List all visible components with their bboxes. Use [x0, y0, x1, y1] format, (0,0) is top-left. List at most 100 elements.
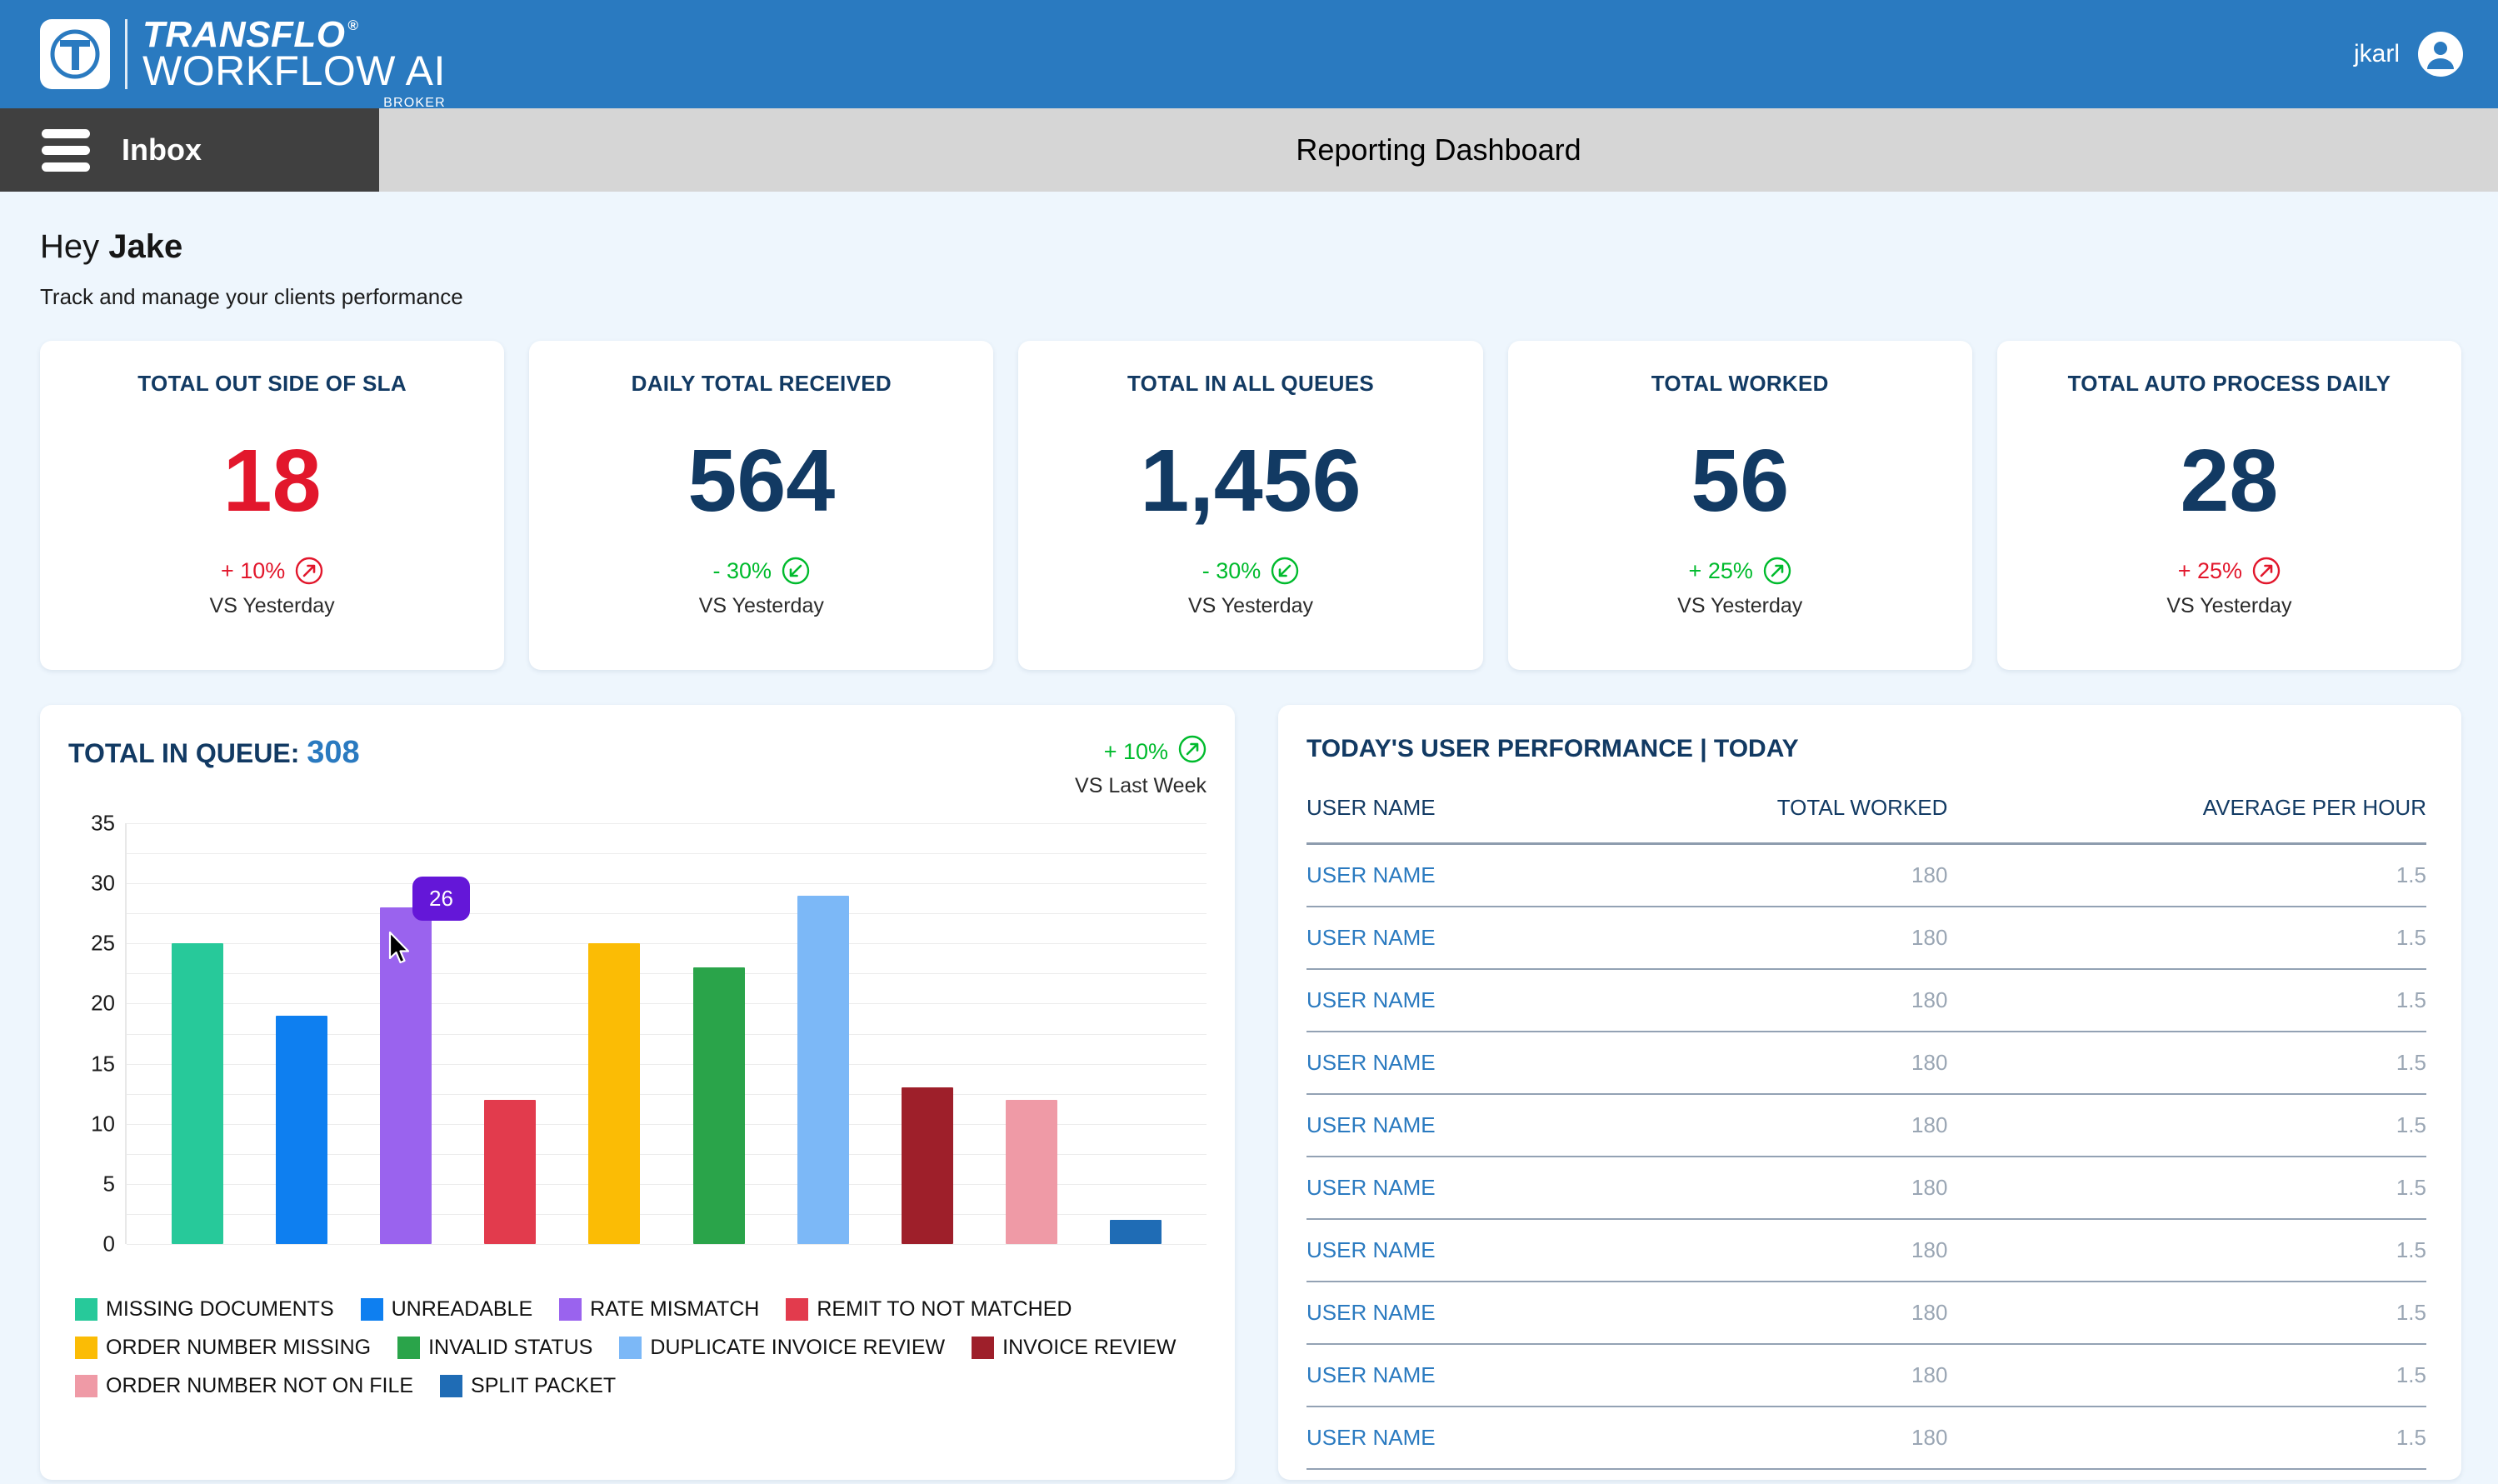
cell-user-name[interactable]: USER NAME: [1306, 1094, 1583, 1157]
user-performance-table: USER NAME TOTAL WORKED AVERAGE PER HOUR …: [1306, 795, 2426, 1470]
kpi-delta-value: + 25%: [1688, 557, 1753, 583]
bar-slot: [980, 823, 1084, 1244]
cell-total-worked: 180: [1582, 843, 1948, 907]
column-header-total-worked[interactable]: TOTAL WORKED: [1582, 795, 1948, 845]
cell-user-name[interactable]: USER NAME: [1306, 1157, 1583, 1220]
legend-item[interactable]: MISSING DOCUMENTS: [75, 1297, 334, 1322]
hamburger-menu-icon[interactable]: [42, 128, 90, 172]
chart-delta-value: + 10%: [1103, 739, 1168, 764]
bar[interactable]: [902, 1087, 954, 1244]
cell-user-name[interactable]: USER NAME: [1306, 1282, 1583, 1345]
legend-color-swatch: [360, 1298, 383, 1321]
cell-user-name[interactable]: USER NAME: [1306, 1344, 1583, 1407]
legend-line: MISSING DOCUMENTS UNREADABLE RATE MISMATCH…: [75, 1297, 1207, 1322]
user-avatar-icon[interactable]: [2418, 32, 2463, 77]
user-performance-panel: TODAY'S USER PERFORMANCE | TODAY USER NA…: [1278, 705, 2461, 1480]
page-subtitle: Track and manage your clients performanc…: [40, 284, 463, 309]
kpi-title: DAILY TOTAL RECEIVED: [631, 371, 892, 396]
cell-user-name[interactable]: USER NAME: [1306, 843, 1583, 907]
legend-item[interactable]: SPLIT PACKET: [440, 1374, 616, 1398]
cell-user-name[interactable]: USER NAME: [1306, 1032, 1583, 1095]
kpi-comparison-label: VS Yesterday: [698, 594, 824, 617]
bar-slot: [875, 823, 979, 1244]
cell-user-name[interactable]: USER NAME: [1306, 907, 1583, 970]
cell-average-per-hour: 1.5: [1947, 907, 2426, 970]
legend-label: REMIT TO NOT MATCHED: [817, 1297, 1072, 1321]
table-row: USER NAME 180 1.5: [1306, 843, 2426, 907]
logo-wordmark-bottom: WORKFLOW AI: [142, 47, 446, 95]
cell-average-per-hour: 1.5: [1947, 1219, 2426, 1282]
chart-title: TOTAL IN QUEUE: 308: [68, 735, 360, 771]
bar-slot: [458, 823, 562, 1244]
legend-item[interactable]: ORDER NUMBER NOT ON FILE: [75, 1374, 413, 1398]
y-axis-tick: 35: [91, 810, 115, 836]
legend-color-swatch: [972, 1337, 995, 1359]
legend-color-swatch: [619, 1337, 642, 1359]
arrow-up-right-circle-icon: [1763, 557, 1791, 585]
bar[interactable]: [797, 895, 849, 1244]
kpi-card-total-outside-sla[interactable]: TOTAL OUT SIDE OF SLA 18 + 10% VS Yester…: [40, 341, 505, 670]
kpi-card-daily-total-received[interactable]: DAILY TOTAL RECEIVED 564 - 30% VS Yester…: [529, 341, 994, 670]
legend-item[interactable]: INVALID STATUS: [397, 1336, 592, 1360]
kpi-card-total-worked[interactable]: TOTAL WORKED 56 + 25% VS Yesterday: [1507, 341, 1972, 670]
bar-slot: [771, 823, 875, 1244]
chart-legend: MISSING DOCUMENTS UNREADABLE RATE MISMATCH…: [68, 1297, 1207, 1398]
legend-item[interactable]: INVOICE REVIEW: [972, 1336, 1177, 1360]
legend-item[interactable]: DUPLICATE INVOICE REVIEW: [619, 1336, 945, 1360]
legend-label: ORDER NUMBER NOT ON FILE: [106, 1374, 414, 1397]
legend-line: ORDER NUMBER NOT ON FILE SPLIT PACKET: [75, 1374, 1207, 1398]
table-row: USER NAME 180 1.5: [1306, 1344, 2426, 1407]
column-header-average-per-hour[interactable]: AVERAGE PER HOUR: [1947, 795, 2426, 845]
cell-total-worked: 180: [1582, 1157, 1948, 1220]
y-axis-tick: 20: [91, 990, 115, 1016]
bar[interactable]: [1006, 1099, 1058, 1244]
chart-title-label: TOTAL IN QUEUE:: [68, 738, 300, 768]
bar[interactable]: [1110, 1220, 1162, 1244]
kpi-card-row: TOTAL OUT SIDE OF SLA 18 + 10% VS Yester…: [40, 341, 2462, 670]
legend-color-swatch: [397, 1337, 421, 1359]
plot-area: 26: [125, 823, 1207, 1245]
bar[interactable]: [692, 967, 745, 1244]
legend-label: INVALID STATUS: [428, 1336, 593, 1359]
legend-item[interactable]: ORDER NUMBER MISSING: [75, 1336, 371, 1360]
table-row: USER NAME 180 1.5: [1306, 1219, 2426, 1282]
sidebar-item-inbox[interactable]: Inbox: [0, 108, 379, 192]
kpi-value: 1,456: [1140, 432, 1361, 530]
bar[interactable]: [484, 1099, 537, 1244]
page-title: Reporting Dashboard: [1296, 132, 1581, 167]
cell-user-name[interactable]: USER NAME: [1306, 1407, 1583, 1470]
table-row: USER NAME 180 1.5: [1306, 1094, 2426, 1157]
legend-item[interactable]: REMIT TO NOT MATCHED: [786, 1297, 1072, 1322]
cell-user-name[interactable]: USER NAME: [1306, 969, 1583, 1032]
table-title: TODAY'S USER PERFORMANCE | TODAY: [1306, 735, 1799, 762]
kpi-card-total-auto-process-daily[interactable]: TOTAL AUTO PROCESS DAILY 28 + 25% VS Yes…: [1996, 341, 2462, 670]
greeting: Hey Jake: [40, 228, 2461, 266]
greeting-name: Jake: [108, 228, 183, 265]
kpi-value: 56: [1691, 432, 1790, 530]
y-axis: 0 5 10 15 20 25 30 35: [68, 811, 115, 1257]
transflo-t-logo-icon: [40, 18, 110, 89]
cell-average-per-hour: 1.5: [1947, 1032, 2426, 1095]
arrow-down-left-circle-icon: [782, 557, 810, 585]
kpi-title: TOTAL OUT SIDE OF SLA: [137, 371, 407, 396]
cell-user-name[interactable]: USER NAME: [1306, 1219, 1583, 1282]
bar[interactable]: [275, 1015, 327, 1244]
bar[interactable]: [588, 943, 641, 1244]
cell-total-worked: 180: [1582, 1282, 1948, 1345]
cell-total-worked: 180: [1582, 1407, 1948, 1470]
bar[interactable]: [171, 943, 223, 1244]
cell-average-per-hour: 1.5: [1947, 1282, 2426, 1345]
bar-series: 26: [127, 823, 1207, 1244]
cell-average-per-hour: 1.5: [1947, 843, 2426, 907]
kpi-value: 28: [2180, 432, 2279, 530]
legend-item[interactable]: RATE MISMATCH: [559, 1297, 759, 1322]
column-header-user-name[interactable]: USER NAME: [1306, 795, 1583, 845]
bar[interactable]: [380, 907, 432, 1244]
legend-item[interactable]: UNREADABLE: [360, 1297, 532, 1322]
brand-logo[interactable]: TRANSFLO ® WORKFLOW AI BROKER: [40, 16, 446, 110]
logo-divider: [125, 18, 127, 89]
kpi-value: 564: [687, 432, 836, 530]
kpi-card-total-in-all-queues[interactable]: TOTAL IN ALL QUEUES 1,456 - 30% VS Yeste…: [1018, 341, 1483, 670]
kpi-title: TOTAL IN ALL QUEUES: [1127, 371, 1375, 396]
kpi-comparison-label: VS Yesterday: [209, 594, 335, 617]
